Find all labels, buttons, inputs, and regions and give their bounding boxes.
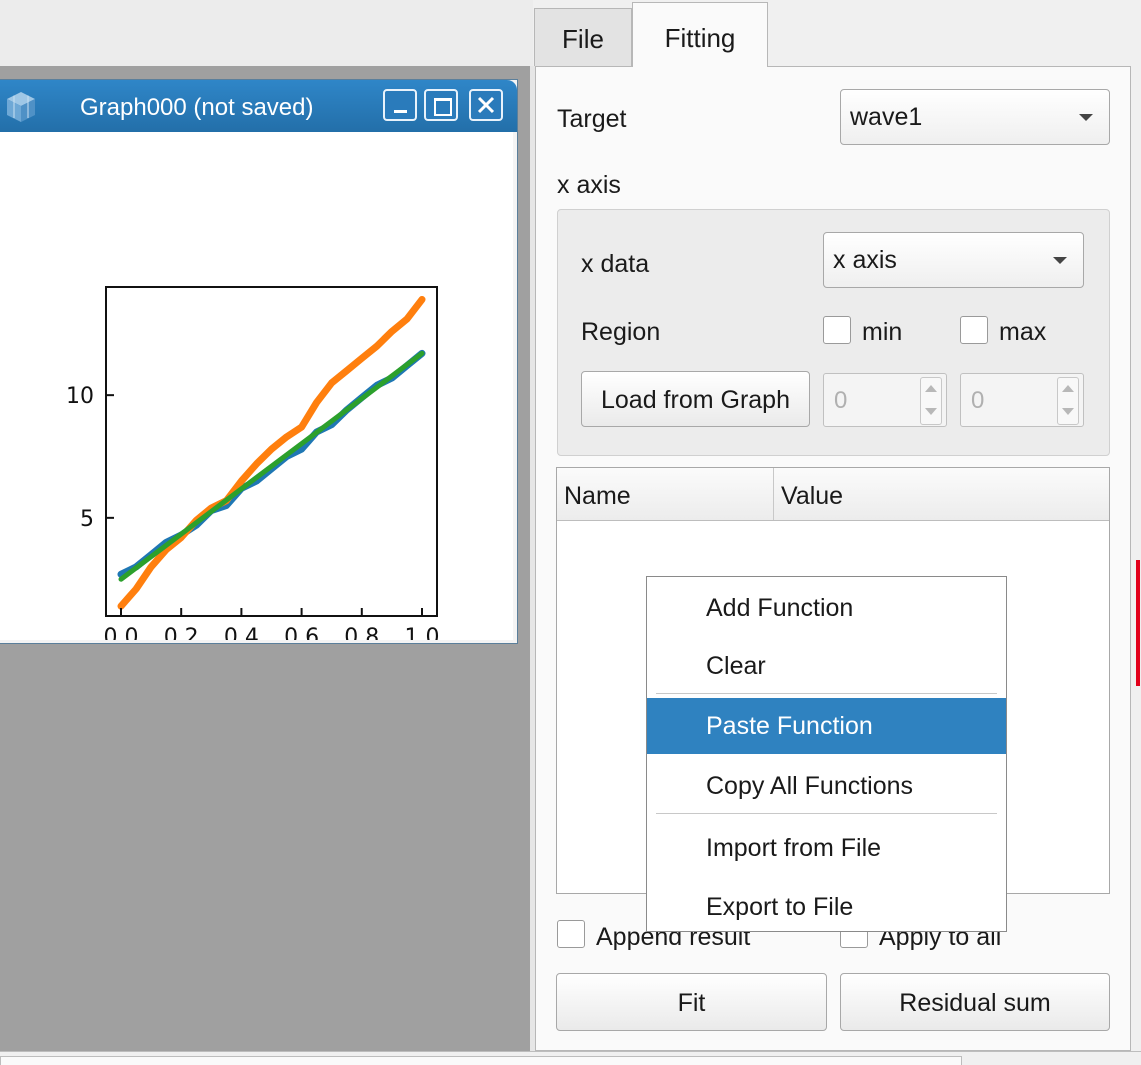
y-tick-label: 5 — [80, 507, 94, 532]
series-line-2 — [118, 350, 425, 582]
close-button[interactable] — [469, 89, 503, 121]
target-combo[interactable]: wave1 — [840, 89, 1110, 145]
menu-item-import-from-file[interactable]: Import from File — [647, 820, 1006, 876]
red-marker — [1136, 560, 1140, 686]
target-label: Target — [557, 105, 627, 133]
menu-item-copy-all-functions[interactable]: Copy All Functions — [647, 758, 1006, 814]
tab-file[interactable]: File — [534, 8, 632, 66]
region-max-spinbox[interactable]: 0 — [960, 373, 1084, 427]
tab-fitting[interactable]: Fitting — [632, 2, 768, 67]
chevron-down-icon — [1079, 114, 1093, 121]
fit-button[interactable]: Fit — [556, 973, 827, 1031]
maximize-button[interactable] — [424, 89, 458, 121]
graph-window-title: Graph000 (not saved) — [80, 94, 314, 121]
x-tick-label: 0.6 — [284, 625, 319, 640]
mdi-top-strip — [0, 0, 533, 67]
menu-separator — [656, 693, 997, 695]
series-line-1 — [117, 296, 426, 610]
x-tick-label: 1.0 — [405, 625, 440, 640]
x-tick-label: 0.8 — [344, 625, 379, 640]
column-header-name[interactable]: Name — [557, 468, 774, 520]
minimize-icon — [394, 110, 407, 113]
bottom-bar — [0, 1051, 1141, 1065]
xdata-label: x data — [581, 250, 650, 278]
xaxis-section-label: x axis — [557, 171, 621, 199]
graph-canvas[interactable]: 0.0 0.2 0.4 0.6 0.8 1.0 5 10 — [0, 132, 513, 640]
region-min-value: 0 — [834, 387, 848, 414]
chevron-down-icon — [1053, 257, 1067, 264]
graph-window[interactable]: Graph000 (not saved) 0.0 0.2 0.4 0.6 0.8 1.0 5… — [0, 79, 518, 644]
region-min-spinbox[interactable]: 0 — [823, 373, 947, 427]
load-from-graph-button[interactable]: Load from Graph — [581, 371, 810, 427]
region-label: Region — [581, 318, 661, 346]
graph-title-bar[interactable]: Graph000 (not saved) — [0, 80, 517, 132]
residual-sum-button[interactable]: Residual sum — [840, 973, 1110, 1031]
menu-separator — [656, 813, 997, 815]
context-menu: Add Function Clear Paste Function Copy A… — [646, 576, 1007, 932]
table-header: Name Value — [557, 468, 1109, 521]
spin-arrows-icon[interactable] — [1057, 377, 1079, 425]
target-combo-value: wave1 — [850, 103, 923, 131]
x-tick-label: 0.0 — [104, 625, 139, 640]
close-icon — [477, 96, 495, 114]
column-header-value[interactable]: Value — [774, 468, 1109, 520]
region-max-value: 0 — [971, 387, 985, 414]
append-result-checkbox[interactable] — [557, 920, 585, 948]
menu-item-export-to-file[interactable]: Export to File — [647, 879, 1006, 935]
min-label: min — [862, 318, 903, 346]
max-checkbox[interactable] — [960, 316, 988, 344]
menu-item-clear[interactable]: Clear — [647, 638, 1006, 694]
maximize-icon — [434, 98, 452, 116]
x-tick-label: 0.2 — [164, 625, 199, 640]
menu-item-add-function[interactable]: Add Function — [647, 580, 1006, 636]
xdata-combo[interactable]: x axis — [823, 232, 1084, 288]
max-label: max — [999, 318, 1047, 346]
xdata-combo-value: x axis — [833, 246, 897, 274]
minimize-button[interactable] — [383, 89, 417, 121]
x-tick-label: 0.4 — [224, 625, 259, 640]
menu-item-paste-function[interactable]: Paste Function — [647, 698, 1006, 754]
y-tick-label: 10 — [66, 384, 94, 409]
app-icon — [7, 92, 35, 122]
line-chart: 0.0 0.2 0.4 0.6 0.8 1.0 5 10 — [66, 286, 440, 640]
min-checkbox[interactable] — [823, 316, 851, 344]
spin-arrows-icon[interactable] — [920, 377, 942, 425]
